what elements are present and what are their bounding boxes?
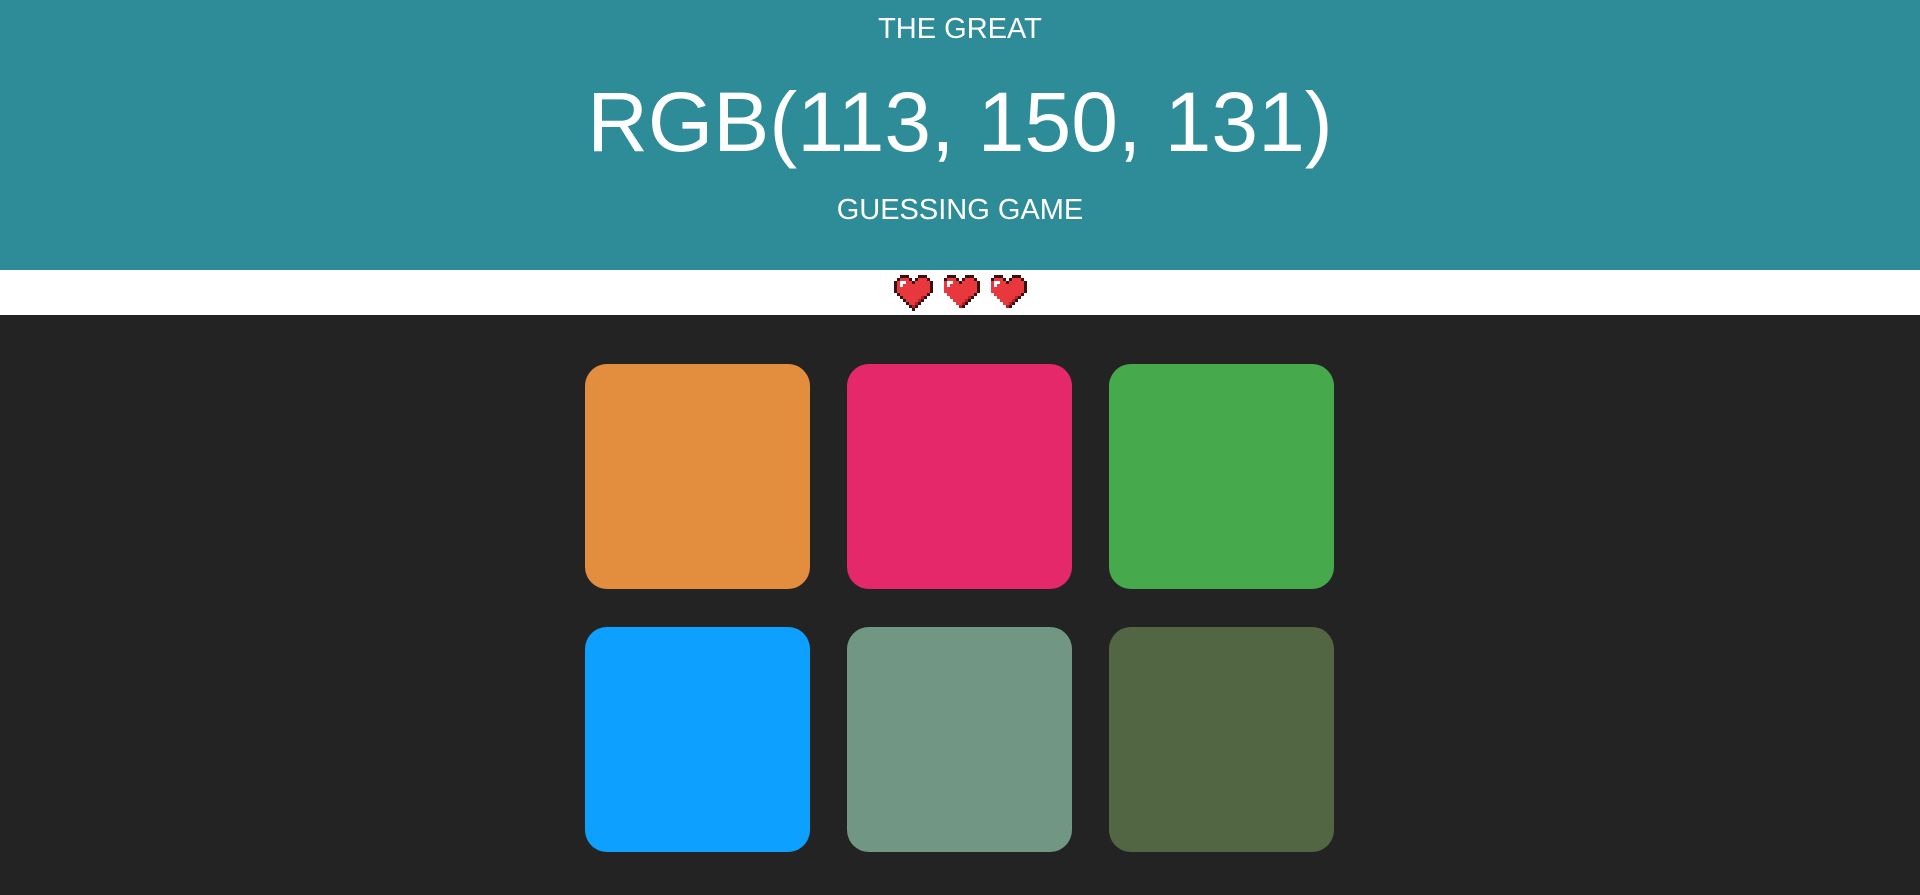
color-square-2[interactable] (847, 364, 1072, 589)
game-board (0, 315, 1920, 895)
color-square-4[interactable] (585, 627, 810, 852)
heart-icon (943, 274, 980, 308)
color-square-5[interactable] (847, 627, 1072, 852)
game-header: THE GREAT RGB(113, 150, 131) GUESSING GA… (0, 0, 1920, 270)
color-square-1[interactable] (585, 364, 810, 589)
lives-bar (0, 270, 1920, 315)
title-bottom: GUESSING GAME (836, 194, 1084, 226)
heart-icon (990, 274, 1027, 308)
heart-icon (893, 274, 933, 311)
title-top: THE GREAT (878, 13, 1042, 45)
color-grid (585, 364, 1335, 852)
color-square-6[interactable] (1109, 627, 1334, 852)
target-rgb-display: RGB(113, 150, 131) (587, 75, 1333, 169)
color-square-3[interactable] (1109, 364, 1334, 589)
